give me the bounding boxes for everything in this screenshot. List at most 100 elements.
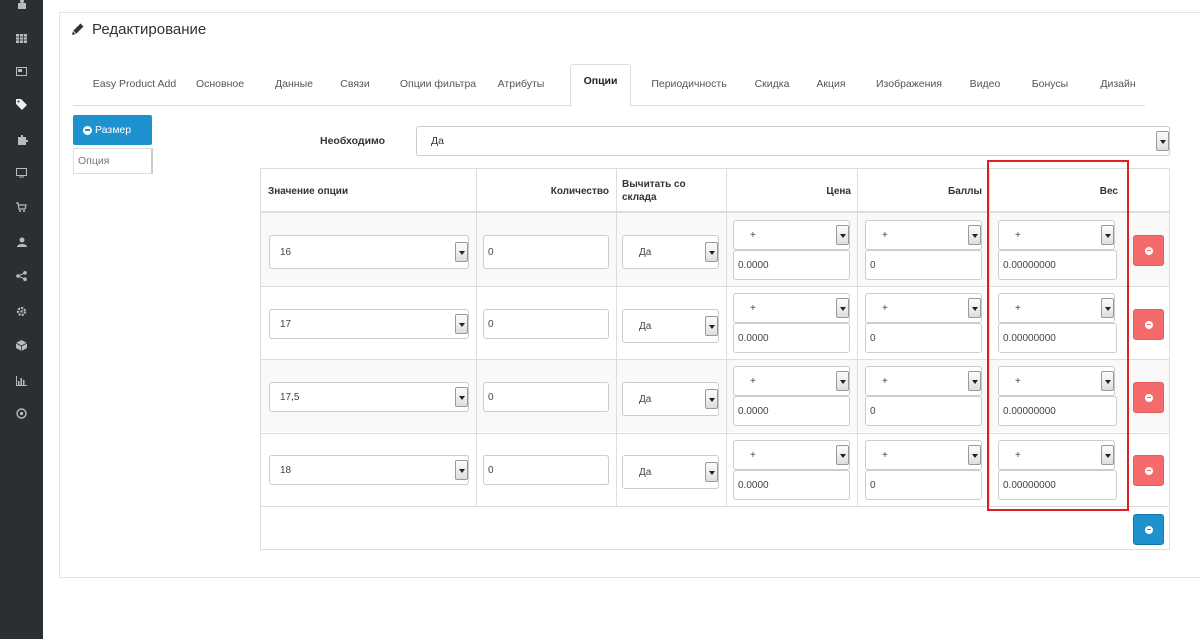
- col-header-value: Значение опции: [268, 185, 349, 197]
- price-prefix-value: +: [750, 449, 756, 461]
- person-icon[interactable]: [0, 234, 43, 250]
- target-icon[interactable]: [0, 405, 43, 421]
- tab-attributes[interactable]: Атрибуты: [493, 71, 549, 106]
- weight-prefix-value: +: [1015, 229, 1021, 241]
- subtract-select[interactable]: Да: [622, 455, 719, 489]
- subtract-value: Да: [639, 393, 652, 405]
- points-input[interactable]: 0: [865, 250, 982, 280]
- remove-row-button[interactable]: [1133, 382, 1164, 413]
- price-prefix-value: +: [750, 302, 756, 314]
- points-value: 0: [870, 479, 876, 491]
- quantity-value: 0: [488, 318, 494, 330]
- option-value-select[interactable]: 17,5: [269, 382, 469, 412]
- option-input-placeholder: Опция: [78, 155, 110, 167]
- points-input[interactable]: 0: [865, 323, 982, 353]
- tab-easy-product-add[interactable]: Easy Product Add: [87, 71, 182, 106]
- required-select[interactable]: Да: [416, 126, 1170, 156]
- tab-filter-options[interactable]: Опции фильтра: [393, 71, 483, 106]
- tab-options[interactable]: Опции: [570, 64, 631, 107]
- points-prefix-value: +: [882, 375, 888, 387]
- points-input[interactable]: 0: [865, 396, 982, 426]
- price-prefix-value: +: [750, 229, 756, 241]
- points-input[interactable]: 0: [865, 470, 982, 500]
- add-row-button[interactable]: [1133, 514, 1164, 545]
- weight-prefix-select[interactable]: +: [998, 366, 1115, 396]
- price-input[interactable]: 0.0000: [733, 323, 850, 353]
- tab-main[interactable]: Основное: [189, 71, 251, 106]
- weight-prefix-select[interactable]: +: [998, 220, 1115, 250]
- points-prefix-value: +: [882, 229, 888, 241]
- weight-prefix-select[interactable]: +: [998, 440, 1115, 470]
- subtract-select[interactable]: Да: [622, 382, 719, 416]
- card-icon[interactable]: [0, 63, 43, 79]
- tab-discount[interactable]: Скидка: [749, 71, 795, 106]
- row-divider: [261, 286, 1169, 287]
- grid-icon[interactable]: [0, 30, 43, 46]
- monitor-icon[interactable]: [0, 165, 43, 181]
- panel-heading: Редактирование: [60, 13, 1200, 45]
- price-value: 0.0000: [738, 405, 769, 417]
- required-value: Да: [431, 135, 444, 147]
- tab-special[interactable]: Акция: [811, 71, 851, 106]
- quantity-input[interactable]: 0: [483, 455, 609, 485]
- price-value: 0.0000: [738, 259, 769, 271]
- option-value-select[interactable]: 18: [269, 455, 469, 485]
- tab-links[interactable]: Связи: [335, 71, 375, 106]
- row-divider: [261, 359, 1169, 360]
- col-divider: [726, 169, 727, 506]
- remove-row-button[interactable]: [1133, 235, 1164, 266]
- points-value: 0: [870, 405, 876, 417]
- points-prefix-select[interactable]: +: [865, 440, 982, 470]
- option-input[interactable]: Опция: [73, 148, 153, 174]
- price-prefix-select[interactable]: +: [733, 366, 850, 396]
- price-prefix-select[interactable]: +: [733, 293, 850, 323]
- col-header-subtract: Вычитать со склада: [622, 179, 686, 203]
- points-prefix-select[interactable]: +: [865, 220, 982, 250]
- weight-prefix-select[interactable]: +: [998, 293, 1115, 323]
- price-prefix-select[interactable]: +: [733, 440, 850, 470]
- cube-icon[interactable]: [0, 337, 43, 353]
- points-prefix-select[interactable]: +: [865, 366, 982, 396]
- price-input[interactable]: 0.0000: [733, 250, 850, 280]
- price-prefix-select[interactable]: +: [733, 220, 850, 250]
- quantity-input[interactable]: 0: [483, 382, 609, 412]
- user-icon[interactable]: [0, 0, 43, 12]
- tag-icon[interactable]: [0, 96, 43, 112]
- cart-icon[interactable]: [0, 199, 43, 215]
- remove-row-button[interactable]: [1133, 455, 1164, 486]
- tab-bonuses[interactable]: Бонусы: [1025, 71, 1075, 106]
- price-input[interactable]: 0.0000: [733, 396, 850, 426]
- tab-data[interactable]: Данные: [271, 71, 317, 106]
- tab-video[interactable]: Видео: [965, 71, 1005, 106]
- subtract-select[interactable]: Да: [622, 309, 719, 343]
- option-size-button[interactable]: Размер: [73, 115, 152, 145]
- price-input[interactable]: 0.0000: [733, 470, 850, 500]
- chevron-down-icon: [1101, 445, 1114, 465]
- weight-input[interactable]: 0.00000000: [998, 250, 1117, 280]
- weight-input[interactable]: 0.00000000: [998, 396, 1117, 426]
- row-divider: [261, 506, 1169, 507]
- quantity-input[interactable]: 0: [483, 309, 609, 339]
- share-icon[interactable]: [0, 268, 43, 284]
- minus-circle-icon: [1144, 393, 1153, 402]
- tab-images[interactable]: Изображения: [869, 71, 949, 106]
- subtract-select[interactable]: Да: [622, 235, 719, 269]
- remove-row-button[interactable]: [1133, 309, 1164, 340]
- chevron-down-icon: [968, 445, 981, 465]
- chevron-down-icon: [1101, 225, 1114, 245]
- bar-chart-icon[interactable]: [0, 373, 43, 389]
- tab-design[interactable]: Дизайн: [1093, 71, 1143, 106]
- weight-input[interactable]: 0.00000000: [998, 470, 1117, 500]
- cog-icon[interactable]: [0, 303, 43, 319]
- weight-input[interactable]: 0.00000000: [998, 323, 1117, 353]
- quantity-input[interactable]: 0: [483, 235, 609, 269]
- option-value-select[interactable]: 16: [269, 235, 469, 269]
- puzzle-icon[interactable]: [0, 131, 43, 147]
- points-prefix-value: +: [882, 302, 888, 314]
- option-value-select[interactable]: 17: [269, 309, 469, 339]
- plus-circle-icon: [1144, 525, 1153, 534]
- points-prefix-select[interactable]: +: [865, 293, 982, 323]
- col-header-quantity: Количество: [550, 185, 609, 197]
- tab-recurring[interactable]: Периодичность: [645, 71, 733, 106]
- minus-circle-icon: [1144, 466, 1153, 475]
